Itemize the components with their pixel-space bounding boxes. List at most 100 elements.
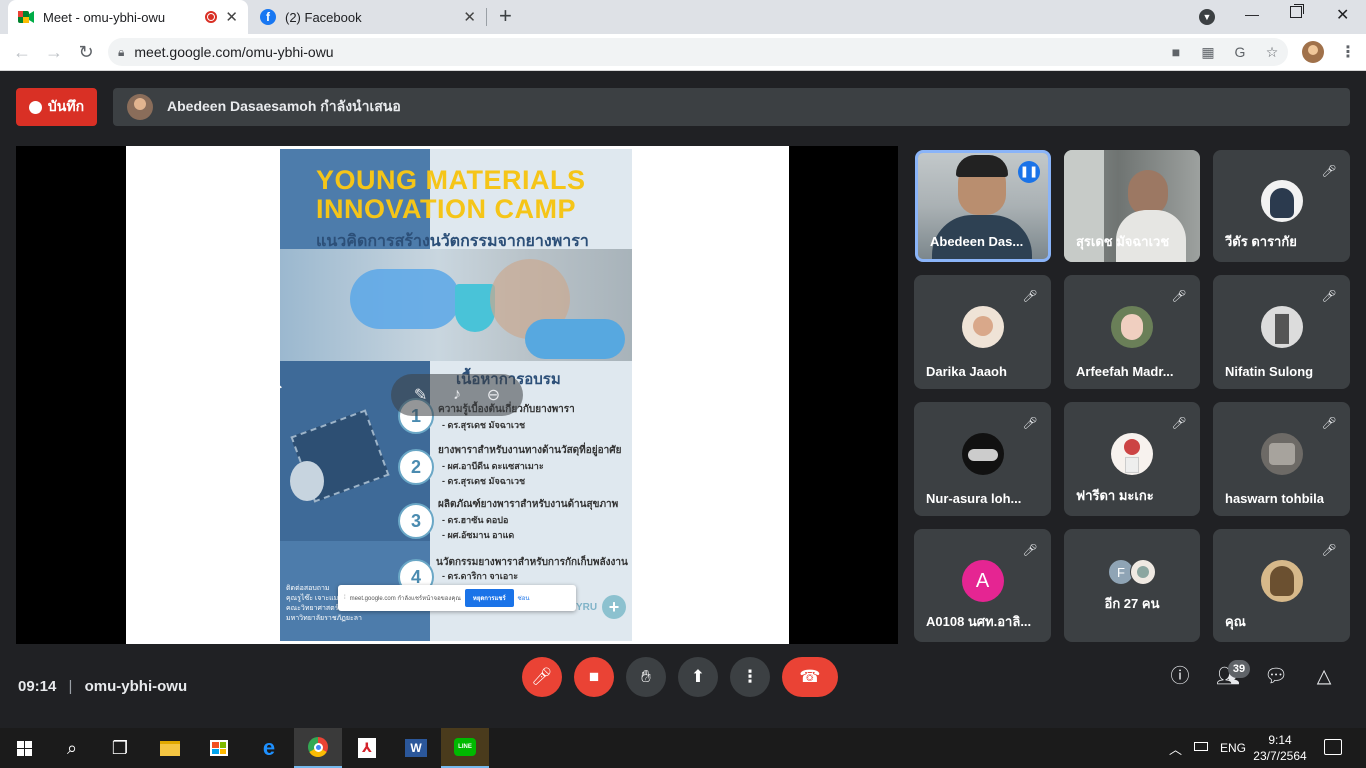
poster-item-speaker: - ดร.ดาริกา จาเอาะ — [442, 571, 519, 581]
participant-tile[interactable]: 🎤︎ haswarn tohbila — [1213, 402, 1350, 516]
participant-tile[interactable]: 🎤︎ Nur-asura loh... — [914, 402, 1051, 516]
participant-name: วีดัร ดารากัย — [1225, 234, 1297, 249]
participant-name: Abedeen Das... — [930, 234, 1024, 249]
system-clock[interactable]: 9:14 23/7/2564 — [1250, 732, 1310, 764]
close-tab-icon[interactable]: ✕ — [463, 8, 476, 26]
others-avatar-stack: F — [1108, 559, 1162, 585]
participant-tile[interactable]: 🎤︎ Nifatin Sulong — [1213, 275, 1350, 389]
browser-menu-icon[interactable]: ⋮ — [1340, 42, 1356, 62]
reload-icon[interactable]: ↻ — [74, 40, 98, 64]
contact-line: มหาวิทยาลัยราชภัฏยะลา — [286, 615, 362, 622]
remove-icon[interactable]: ⊖ — [487, 385, 500, 405]
line-icon[interactable]: LINE — [441, 728, 489, 768]
microphone-off-button[interactable]: 🎤︎ — [522, 657, 562, 697]
poster-item-title: นวัตกรรมยางพาราสำหรับการกักเก็บพลังงาน — [436, 557, 628, 568]
clock-date: 23/7/2564 — [1253, 749, 1307, 763]
forward-icon[interactable]: → — [42, 40, 66, 64]
tab-search-icon[interactable]: ▼ — [1199, 9, 1215, 25]
poster-item-speaker: - ผศ.อัซมาน อาแด — [442, 530, 515, 540]
presenter-text: Abedeen Dasaesamoh กำลังนำเสนอ — [167, 98, 401, 114]
restore-icon[interactable] — [1290, 6, 1302, 18]
qr-code-icon[interactable]: ▦ — [1198, 42, 1218, 62]
speaking-indicator-icon: ❚❚ — [1018, 161, 1040, 183]
meeting-info-icon[interactable]: ⓘ — [1168, 665, 1192, 689]
muted-mic-icon: 🎤︎ — [1171, 289, 1187, 303]
poster-title-1: YOUNG MATERIALS — [316, 165, 586, 195]
record-button[interactable]: บันทึก — [16, 88, 97, 126]
participant-tile[interactable]: 🎤︎ Darika Jaaoh — [914, 275, 1051, 389]
separator: | — [68, 678, 73, 695]
close-tab-icon[interactable]: ✕ — [225, 8, 238, 26]
edge-icon[interactable]: e — [245, 728, 293, 768]
notifications-icon[interactable] — [1324, 739, 1342, 755]
word-icon[interactable]: W — [392, 728, 440, 768]
mic-off-icon: 🎤︎ — [531, 667, 553, 686]
start-button[interactable] — [0, 728, 48, 768]
file-explorer-icon[interactable] — [146, 728, 194, 768]
participant-tile[interactable]: 🎤︎ คุณ — [1213, 529, 1350, 642]
present-now-button[interactable]: ⬆ — [678, 657, 718, 697]
muted-mic-icon: 🎤︎ — [1321, 164, 1337, 178]
participant-name: Nur-asura loh... — [926, 491, 1022, 506]
leave-call-button[interactable]: ☎︎ — [782, 657, 838, 697]
windows-taskbar: ⌕ ❐ e ⅄ W LINE ︿ ENG 9:14 23/7/2564 — [0, 728, 1366, 768]
back-icon[interactable]: ← — [10, 40, 34, 64]
bookmark-star-icon[interactable]: ☆ — [1262, 42, 1282, 62]
participant-avatar — [1260, 559, 1303, 602]
participant-name: ฟารีดา มะเกะ — [1076, 488, 1154, 503]
participant-tile[interactable]: 🎤︎ A A0108 นศท.อาลิ... — [914, 529, 1051, 642]
drag-handle-icon[interactable]: ⁞ — [344, 595, 346, 601]
participant-count-badge: 39 — [1228, 660, 1250, 678]
task-view-icon[interactable]: ❐ — [96, 728, 144, 768]
participant-avatar — [1130, 559, 1156, 585]
activities-icon[interactable]: △ — [1312, 665, 1336, 689]
chrome-icon[interactable] — [294, 728, 342, 768]
plus-circle-icon: + — [602, 595, 626, 619]
participant-tile[interactable]: ❚❚ Abedeen Das... — [915, 150, 1051, 262]
new-tab-icon[interactable]: + — [499, 5, 512, 27]
hide-banner-button[interactable]: ซ่อน — [518, 593, 530, 603]
camera-off-button[interactable]: ■ — [574, 657, 614, 697]
search-icon[interactable]: ⌕ — [48, 728, 96, 768]
others-tile[interactable]: F อีก 27 คน — [1064, 529, 1200, 642]
raise-hand-button[interactable]: ✋︎ — [626, 657, 666, 697]
input-language[interactable]: ENG — [1220, 741, 1246, 755]
participant-tile[interactable]: สุรเดช มัจฉาเวช — [1064, 150, 1200, 262]
muted-mic-icon: 🎤︎ — [1022, 289, 1038, 303]
camera-in-use-icon[interactable]: ■ — [1166, 42, 1186, 62]
chat-icon[interactable]: 💬︎ — [1264, 665, 1288, 689]
minimize-icon[interactable]: — — [1245, 6, 1259, 22]
participant-avatar — [1111, 432, 1153, 475]
translate-icon[interactable]: G — [1230, 42, 1250, 62]
participant-tile[interactable]: 🎤︎ วีดัร ดารากัย — [1213, 150, 1350, 262]
pin-icon[interactable]: ✎ — [414, 385, 427, 405]
participant-tile[interactable]: 🎤︎ ฟารีดา มะเกะ — [1064, 402, 1200, 516]
battery-icon[interactable] — [1194, 742, 1208, 751]
store-icon[interactable] — [195, 728, 243, 768]
tab-title: (2) Facebook — [285, 9, 362, 25]
camera-off-icon: ■ — [588, 667, 600, 686]
tab-facebook[interactable]: f (2) Facebook ✕ — [250, 0, 486, 34]
poster-item-speaker: - ผศ.อาบีดีน ดะแซสาเมาะ — [442, 461, 544, 471]
tab-meet[interactable]: Meet - omu-ybhi-owu ✕ — [8, 0, 248, 34]
pdf-reader-icon[interactable]: ⅄ — [343, 728, 391, 768]
participant-name: สุรเดช มัจฉาเวช — [1076, 234, 1170, 249]
participant-avatar — [1260, 305, 1303, 348]
participant-name: Arfeefah Madr... — [1076, 364, 1174, 379]
poster-item-2: 2 ยางพาราสำหรับงานทางด้านวัสดุที่อยู่อาศ… — [398, 439, 632, 491]
show-hidden-icons-icon[interactable]: ︿ — [1169, 739, 1182, 758]
address-bar[interactable]: 🔒︎ meet.google.com/omu-ybhi-owu — [108, 38, 1288, 66]
lab-photo — [280, 249, 632, 361]
close-window-icon[interactable]: ✕ — [1336, 5, 1349, 25]
more-options-button[interactable]: ⋮ — [730, 657, 770, 697]
participant-tile[interactable]: 🎤︎ Arfeefah Madr... — [1064, 275, 1200, 389]
mute-presentation-icon[interactable]: ♪ — [453, 386, 461, 404]
participant-avatar — [1260, 179, 1303, 222]
muted-mic-icon: 🎤︎ — [1321, 543, 1337, 557]
presentation-stage[interactable]: YOUNG MATERIALS INNOVATION CAMP แนวคิดกา… — [16, 146, 898, 644]
url-text: meet.google.com/omu-ybhi-owu — [134, 44, 334, 60]
participant-avatar — [961, 305, 1004, 348]
profile-avatar[interactable] — [1302, 41, 1324, 63]
tab-divider — [486, 8, 487, 26]
stop-sharing-button[interactable]: หยุดการแชร์ — [464, 589, 514, 607]
